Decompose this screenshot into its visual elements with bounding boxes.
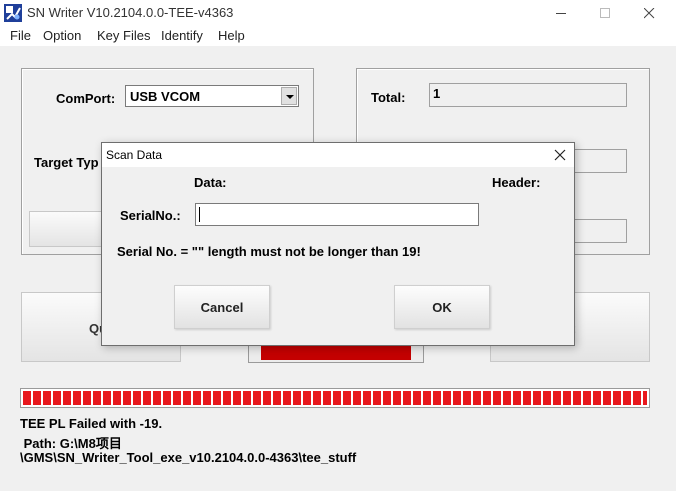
window-title: SN Writer V10.2104.0.0-TEE-v4363: [27, 5, 234, 20]
minimize-button[interactable]: [538, 0, 584, 26]
maximize-icon: [600, 8, 610, 18]
sn-writer-app-icon: [4, 4, 22, 22]
maximize-button[interactable]: [582, 0, 628, 26]
target-type-label: Target Typ: [34, 155, 99, 170]
serial-label: SerialNo.:: [120, 208, 181, 223]
minimize-icon: [556, 13, 566, 14]
menu-bar: File Option Key Files Identify Help: [0, 26, 676, 46]
data-label: Data:: [194, 175, 227, 190]
chevron-down-icon[interactable]: [281, 87, 297, 105]
log-line-1: TEE PL Failed with -19.: [20, 416, 163, 431]
text-caret: [199, 207, 200, 222]
progress-fill: [23, 391, 647, 405]
serial-input[interactable]: [195, 203, 479, 226]
close-icon[interactable]: [552, 147, 568, 163]
comport-value: USB VCOM: [130, 89, 201, 104]
header-label: Header:: [492, 175, 541, 190]
menu-key-files[interactable]: Key Files: [97, 28, 150, 43]
error-message: Serial No. = "" length must not be longe…: [117, 244, 421, 259]
title-bar: SN Writer V10.2104.0.0-TEE-v4363: [0, 0, 676, 26]
menu-help[interactable]: Help: [218, 28, 245, 43]
total-label: Total:: [371, 90, 406, 105]
close-icon: [644, 8, 655, 19]
close-button[interactable]: [626, 0, 672, 26]
ok-button-label: OK: [432, 300, 452, 315]
progress-bar: [20, 388, 650, 408]
menu-option[interactable]: Option: [43, 28, 81, 43]
total-field: 1: [429, 83, 627, 107]
comport-select[interactable]: USB VCOM: [125, 85, 299, 107]
cancel-button-label: Cancel: [200, 300, 244, 315]
target-option-button[interactable]: [29, 211, 109, 247]
dialog-title: Scan Data: [106, 148, 163, 162]
total-value: 1: [433, 86, 441, 101]
ok-button[interactable]: OK: [394, 285, 490, 329]
menu-identify[interactable]: Identify: [161, 28, 203, 43]
scan-data-dialog: Scan Data Data: Header: SerialNo.: Seria…: [101, 142, 575, 346]
comport-label: ComPort:: [56, 91, 116, 106]
cancel-button[interactable]: Cancel: [174, 285, 270, 329]
menu-file[interactable]: File: [10, 28, 31, 43]
dialog-title-bar: Scan Data: [102, 143, 574, 167]
log-line-3: \GMS\SN_Writer_Tool_exe_v10.2104.0.0-436…: [20, 450, 357, 465]
